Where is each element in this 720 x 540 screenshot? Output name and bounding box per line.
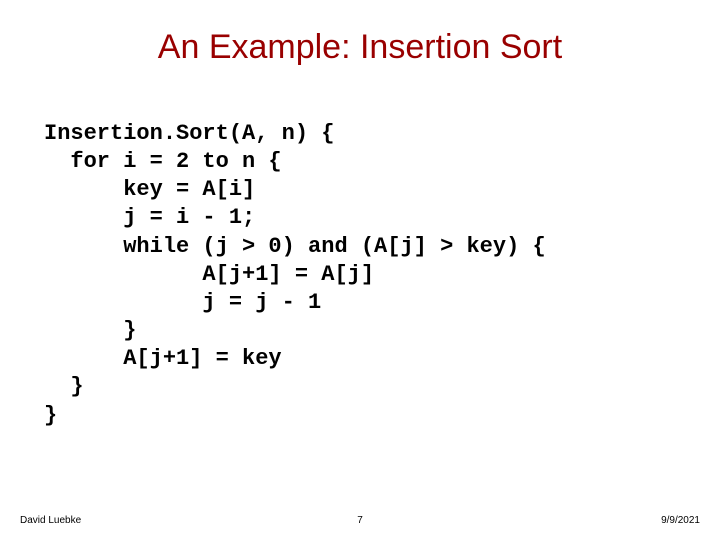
code-line: } (44, 374, 84, 399)
code-line: key = A[i] (44, 177, 255, 202)
code-line: A[j+1] = key (44, 346, 282, 371)
code-block: Insertion.Sort(A, n) { for i = 2 to n { … (44, 120, 700, 430)
code-line: while (j > 0) and (A[j] > key) { (44, 234, 546, 259)
footer-page-number: 7 (0, 515, 720, 526)
code-line: } (44, 403, 57, 428)
footer-date: 9/9/2021 (661, 515, 700, 526)
code-line: for i = 2 to n { (44, 149, 282, 174)
slide-title: An Example: Insertion Sort (0, 0, 720, 67)
code-line: } (44, 318, 136, 343)
code-line: j = j - 1 (44, 290, 321, 315)
slide: An Example: Insertion Sort Insertion.Sor… (0, 0, 720, 540)
code-line: A[j+1] = A[j] (44, 262, 374, 287)
code-line: Insertion.Sort(A, n) { (44, 121, 334, 146)
code-line: j = i - 1; (44, 205, 255, 230)
